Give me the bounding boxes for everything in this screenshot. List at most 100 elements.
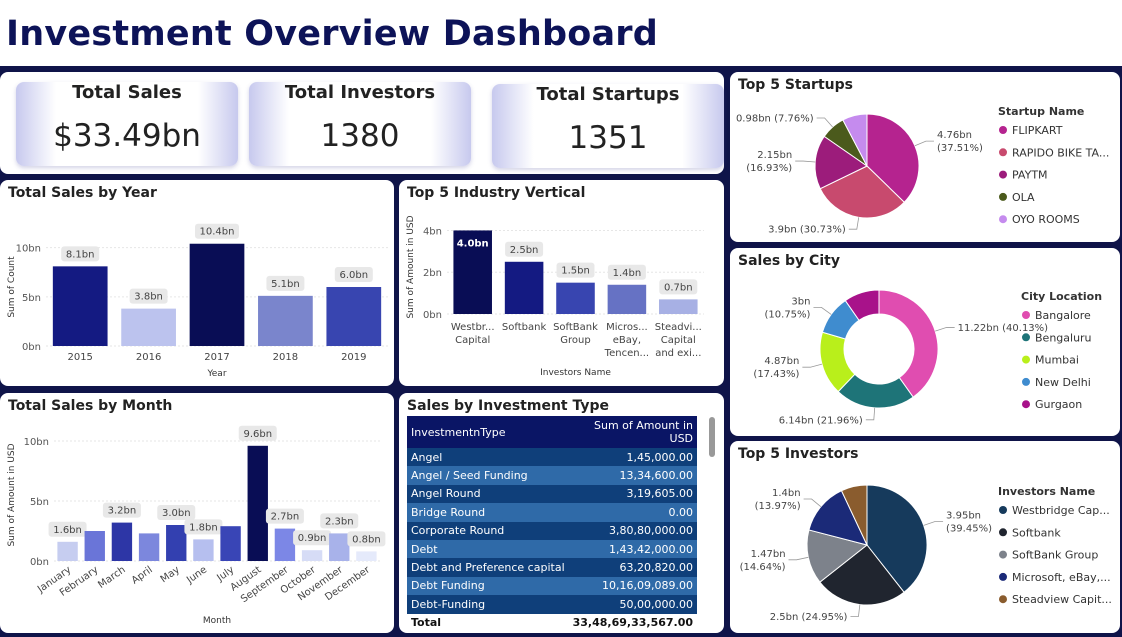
- y-axis-title: Sum of Count: [7, 256, 17, 318]
- legend-item: Westbridge Cap...: [1012, 504, 1110, 517]
- data-label: 4.87bn: [764, 356, 799, 367]
- x-tick-label: April: [130, 564, 155, 586]
- y-tick-label: 10bn: [16, 244, 41, 255]
- callout-line: [850, 604, 861, 617]
- industry-chart-card[interactable]: Top 5 Industry Vertical 0bn 2bn 4bn 4.0bn We…: [399, 180, 724, 386]
- chart-title: Top 5 Investors: [738, 446, 859, 462]
- data-label: 1.47bn: [751, 549, 786, 560]
- x-tick-label: 2019: [341, 352, 366, 363]
- x-tick-label: Softbank: [502, 322, 547, 333]
- kpi-value: 1380: [320, 118, 400, 154]
- legend-title: Investors Name: [998, 485, 1095, 498]
- kpi-label: Total Investors: [284, 82, 436, 103]
- x-tick-label: Tencen...: [604, 348, 649, 359]
- data-label: 3.2bn: [108, 506, 137, 517]
- table-scrollbar[interactable]: [709, 417, 715, 457]
- legend-swatch: [999, 148, 1007, 157]
- bar: [52, 266, 108, 346]
- legend-swatch: [999, 506, 1007, 514]
- table-row[interactable]: Bridge Round 0.00: [407, 503, 698, 522]
- table-row[interactable]: Debt 1,43,42,000.00: [407, 539, 698, 559]
- table-row[interactable]: Debt and Preference capital 63,20,820.00: [407, 558, 698, 577]
- investors-chart-card[interactable]: Top 5 Investors 3.95bn (39.45%) 2.5bn (24.…: [730, 441, 1120, 633]
- chart-title: Sales by Investment Type: [407, 398, 610, 414]
- legend-item: FLIPKART: [1012, 124, 1063, 137]
- chart-title: Top 5 Startups: [738, 77, 853, 93]
- y-tick-label: 4bn: [423, 226, 442, 237]
- cell-investment-type: Angel / Seed Funding: [407, 466, 569, 485]
- table-row[interactable]: Corporate Round 3,80,80,000.00: [407, 521, 698, 540]
- month-chart-card[interactable]: Total Sales by Month 0bn 5bn 10bn 1.6bn Janu…: [0, 393, 394, 633]
- x-tick-label: 2018: [273, 352, 298, 363]
- data-label: (17.43%): [753, 369, 799, 380]
- investment-table-card[interactable]: Sales by Investment Type InvestmentnType…: [399, 393, 724, 633]
- bar: [326, 287, 382, 346]
- callout-line: [935, 327, 955, 332]
- data-label: 1.4bn: [772, 488, 801, 499]
- bar: [121, 308, 176, 346]
- callout-line: [813, 307, 832, 315]
- data-label: 9.6bn: [243, 429, 272, 440]
- cell-total-amount: 33,48,69,33,567.00: [568, 613, 698, 632]
- kpi-total-investors[interactable]: Total Investors 1380: [249, 82, 471, 166]
- cell-investment-type: Debt and Preference capital: [407, 558, 569, 577]
- legend-swatch: [999, 528, 1007, 537]
- year-chart-card[interactable]: Total Sales by Year 0bn 5bn 10bn 8.1bn 2015 3…: [0, 180, 394, 386]
- x-tick-label: May: [159, 564, 182, 585]
- data-label: 4.0bn: [457, 238, 489, 249]
- y-tick-label: 0bn: [22, 342, 41, 353]
- chart-title: Sales by City: [738, 253, 840, 269]
- y-tick-label: 10bn: [24, 437, 49, 448]
- data-label: 1.4bn: [613, 268, 642, 279]
- bar: [166, 525, 187, 561]
- table-row[interactable]: Angel / Seed Funding 13,34,600.00: [407, 466, 698, 485]
- cell-total-label: Total: [407, 613, 569, 632]
- x-tick-label: Westbr...: [451, 322, 495, 333]
- x-axis-title: Year: [206, 369, 226, 379]
- table-total-row: Total 33,48,69,33,567.00: [407, 613, 698, 632]
- data-label: (16.93%): [746, 163, 792, 174]
- bar: [301, 550, 323, 561]
- data-label: 2.5bn: [510, 245, 539, 256]
- table-row[interactable]: Angel 1,45,000.00: [407, 448, 698, 467]
- kpi-total-startups[interactable]: Total Startups 1351: [492, 84, 724, 168]
- chart-title: Top 5 Industry Vertical: [407, 185, 586, 201]
- startups-chart-card[interactable]: Top 5 Startups 4.76bn (37.51%) 3.9bn (30.7…: [730, 72, 1120, 242]
- legend-item: Bengaluru: [1035, 331, 1092, 344]
- x-tick-label: 2016: [136, 352, 161, 363]
- bar: [274, 528, 296, 561]
- table-row[interactable]: Debt-Funding 50,00,000.00: [407, 595, 698, 614]
- legend-swatch: [999, 170, 1007, 179]
- data-label: 3.0bn: [162, 508, 191, 519]
- x-tick-label: Capital: [661, 335, 696, 346]
- year-bar-chart: 0bn 5bn 10bn 8.1bn 2015 3.8bn 2016 10.4bn 2017 5.…: [7, 223, 388, 379]
- table-row[interactable]: Debt Funding 10,16,09,089.00: [407, 576, 698, 596]
- data-label: 5.1bn: [271, 279, 300, 290]
- column-header-type[interactable]: InvestmentnType: [407, 416, 569, 448]
- investment-table: InvestmentnType Sum of Amount in USD Ang…: [407, 416, 698, 632]
- cell-investment-type: Angel: [407, 448, 569, 467]
- legend-item: OLA: [1012, 191, 1035, 204]
- cell-amount: 3,80,80,000.00: [568, 521, 698, 540]
- column-header-amount[interactable]: Sum of Amount in USD: [568, 416, 698, 448]
- data-label: 0.8bn: [352, 534, 381, 545]
- legend-item: OYO ROOMS: [1012, 213, 1080, 226]
- data-label: 0.7bn: [664, 282, 693, 293]
- legend-item: RAPIDO BIKE TA...: [1012, 146, 1109, 159]
- legend-item: Bangalore: [1035, 309, 1091, 322]
- cell-amount: 50,00,000.00: [568, 595, 698, 614]
- cell-investment-type: Debt: [407, 539, 569, 559]
- cell-investment-type: Corporate Round: [407, 521, 569, 540]
- data-label: 6.14bn (21.96%): [779, 415, 863, 426]
- bar: [138, 533, 160, 561]
- table-row[interactable]: Angel Round 3,19,605.00: [407, 484, 698, 504]
- bar: [220, 526, 241, 561]
- kpi-total-sales[interactable]: Total Sales $33.49bn: [16, 82, 238, 166]
- callout-line: [788, 556, 809, 561]
- data-label: 3bn: [791, 296, 810, 307]
- bar: [556, 282, 595, 314]
- data-label: 2.15bn: [757, 150, 792, 161]
- cell-investment-type: Bridge Round: [407, 503, 569, 522]
- city-chart-card[interactable]: Sales by City 11.22bn (40.13%) 6.14bn (21…: [730, 248, 1120, 436]
- legend-swatch: [999, 192, 1007, 201]
